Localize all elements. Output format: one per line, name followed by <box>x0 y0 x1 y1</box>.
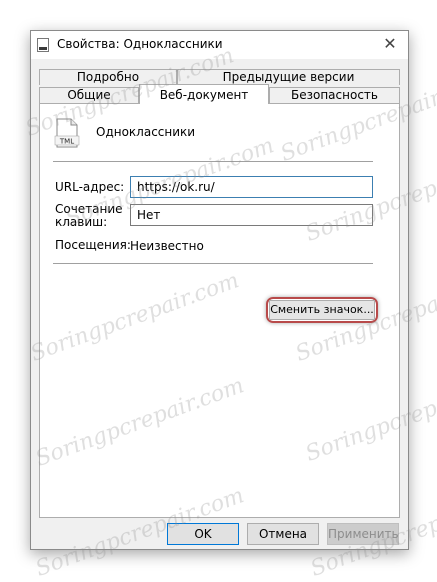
html-file-icon-label: TML <box>59 138 74 146</box>
change-icon-button[interactable]: Сменить значок... <box>269 300 375 320</box>
cancel-button[interactable]: Отмена <box>247 523 319 545</box>
ok-button[interactable]: OK <box>167 523 239 545</box>
window-title: Свойства: Одноклассники <box>57 37 223 51</box>
tabs-row-front: Общие Веб-документ Безопасность <box>39 84 400 104</box>
url-field[interactable] <box>130 176 373 198</box>
tab-general[interactable]: Общие <box>39 87 139 103</box>
title-bar[interactable]: Свойства: Одноклассники ✕ <box>31 31 408 59</box>
url-label: URL-адрес: <box>55 180 125 194</box>
shortcut-label-line2: клавиш: <box>55 215 108 229</box>
divider <box>53 161 373 162</box>
properties-dialog: Свойства: Одноклассники ✕ Подробно Преды… <box>30 30 409 550</box>
apply-button[interactable]: Применить <box>327 523 399 545</box>
html-file-icon: TML <box>54 118 80 148</box>
shortcut-field[interactable] <box>130 204 373 226</box>
tab-web-document[interactable]: Веб-документ <box>139 84 269 104</box>
tab-security[interactable]: Безопасность <box>269 87 400 103</box>
tab-details[interactable]: Подробно <box>39 69 177 85</box>
document-icon <box>37 38 49 52</box>
tabs-row-back: Подробно Предыдущие версии <box>39 69 400 85</box>
visits-value: Неизвестно <box>130 239 204 253</box>
visits-label: Посещения: <box>55 238 131 252</box>
divider <box>53 263 373 264</box>
tab-previous-versions[interactable]: Предыдущие версии <box>177 69 400 85</box>
document-name: Одноклассники <box>96 125 196 139</box>
web-document-panel: TML Одноклассники URL-адрес: Сочетание к… <box>39 103 400 518</box>
close-icon[interactable]: ✕ <box>378 33 402 55</box>
